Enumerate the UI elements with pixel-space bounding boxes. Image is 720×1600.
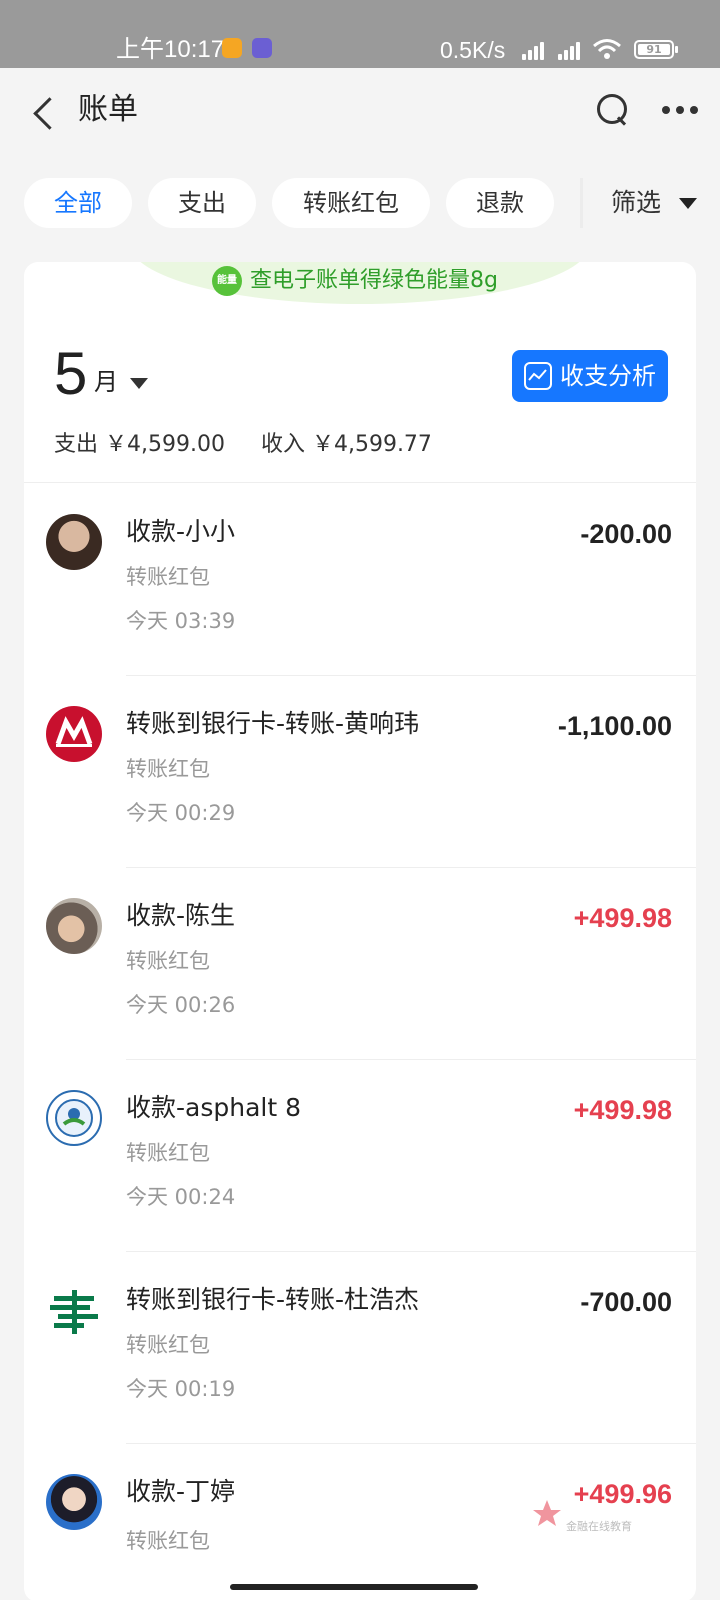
transaction-row[interactable]: 转账到银行卡-转账-黄响玮 转账红包 今天 00:29 -1,100.00 — [24, 676, 696, 868]
income-total: 收入 ￥4,599.77 — [260, 432, 432, 457]
filter-chip-expense[interactable]: 支出 — [148, 178, 256, 228]
transaction-category: 转账红包 — [126, 1529, 210, 1553]
transaction-amount: +499.98 — [573, 903, 672, 933]
transaction-category: 转账红包 — [126, 1333, 210, 1357]
transaction-amount: -200.00 — [580, 519, 672, 549]
transaction-row[interactable]: 收款-asphalt 8 转账红包 今天 00:24 +499.98 — [24, 1060, 696, 1252]
app-header: 账单 — [0, 68, 720, 158]
transaction-amount: -1,100.00 — [557, 711, 672, 741]
epa-seal-avatar-icon — [46, 1090, 102, 1146]
watermark: 金融在线教育 — [532, 1498, 682, 1538]
back-arrow-icon[interactable] — [30, 94, 60, 134]
signal-1-icon — [516, 38, 544, 60]
transaction-row[interactable]: 收款-小小 转账红包 今天 03:39 -200.00 — [24, 484, 696, 676]
battery-level: 91 — [638, 44, 670, 55]
transaction-time: 今天 00:24 — [126, 1185, 236, 1209]
transaction-category: 转账红包 — [126, 565, 210, 589]
expense-total: 支出 ￥4,599.00 — [54, 432, 225, 457]
transaction-row[interactable]: 收款-陈生 转账红包 今天 00:26 +499.98 — [24, 868, 696, 1060]
transaction-time: 今天 00:26 — [126, 993, 236, 1017]
dropdown-triangle-icon — [679, 198, 697, 209]
watermark-text: 金融在线教育 — [566, 1520, 632, 1533]
transaction-row[interactable]: 转账到银行卡-转账-杜浩杰 转账红包 今天 00:19 -700.00 — [24, 1252, 696, 1444]
transaction-title: 收款-丁婷 — [126, 1477, 236, 1506]
home-indicator[interactable] — [230, 1584, 478, 1590]
transaction-title: 收款-小小 — [126, 517, 236, 546]
transaction-title: 收款-asphalt 8 — [126, 1093, 302, 1122]
bill-card: 能量 查电子账单得绿色能量8g 5 月 收支分析 支出 ￥4,599.00 收入 … — [24, 262, 696, 1600]
filter-chip-transfer[interactable]: 转账红包 — [272, 178, 430, 228]
transaction-category: 转账红包 — [126, 1141, 210, 1165]
transaction-amount: -700.00 — [580, 1287, 672, 1317]
user-photo-avatar — [46, 1474, 102, 1530]
search-icon[interactable] — [595, 92, 631, 128]
filter-chip-all[interactable]: 全部 — [24, 178, 132, 228]
status-time: 上午10:17 — [116, 36, 225, 63]
transaction-category: 转账红包 — [126, 757, 210, 781]
filter-chip-refund[interactable]: 退款 — [446, 178, 554, 228]
wifi-icon — [593, 39, 621, 59]
network-speed: 0.5K/s — [440, 37, 506, 63]
notification-sticker-icon — [252, 38, 272, 58]
analysis-button[interactable]: 收支分析 — [512, 350, 668, 402]
transaction-time: 今天 00:29 — [126, 801, 236, 825]
transaction-title: 收款-陈生 — [126, 901, 236, 930]
transaction-time: 今天 00:19 — [126, 1377, 236, 1401]
transaction-title: 转账到银行卡-转账-杜浩杰 — [126, 1285, 420, 1314]
watermark-logo-icon — [533, 1500, 561, 1526]
filter-button-label: 筛选 — [611, 188, 662, 217]
signal-2-icon — [552, 38, 580, 60]
transaction-title: 转账到银行卡-转账-黄响玮 — [126, 709, 420, 738]
month-summary: 支出 ￥4,599.00 收入 ￥4,599.77 — [54, 430, 432, 460]
divider — [24, 482, 696, 483]
filter-button[interactable]: 筛选 — [580, 178, 720, 228]
user-photo-avatar — [46, 898, 102, 954]
filter-bar: 全部 支出 转账红包 退款 筛选 — [0, 178, 720, 230]
month-unit[interactable]: 月 — [94, 366, 118, 398]
status-bar: 上午10:17 0.5K/s 91 — [0, 0, 720, 68]
month-dropdown-icon[interactable] — [130, 378, 148, 389]
more-options-icon[interactable] — [662, 106, 702, 116]
energy-banner-text: 查电子账单得绿色能量8g — [250, 268, 498, 293]
notification-app-icon — [222, 38, 242, 58]
postal-bank-logo-icon — [46, 1282, 102, 1338]
energy-badge-icon: 能量 — [212, 266, 242, 296]
month-number[interactable]: 5 — [54, 338, 87, 410]
transaction-time: 今天 03:39 — [126, 609, 236, 633]
battery-icon: 91 — [634, 40, 678, 59]
transaction-category: 转账红包 — [126, 949, 210, 973]
cmb-bank-logo-icon — [46, 706, 102, 762]
analysis-button-label: 收支分析 — [560, 362, 656, 390]
trend-chart-icon — [524, 362, 552, 390]
energy-banner[interactable]: 能量 查电子账单得绿色能量8g — [130, 262, 590, 304]
transaction-amount: +499.98 — [573, 1095, 672, 1125]
user-photo-avatar — [46, 514, 102, 570]
page-title: 账单 — [78, 92, 138, 127]
